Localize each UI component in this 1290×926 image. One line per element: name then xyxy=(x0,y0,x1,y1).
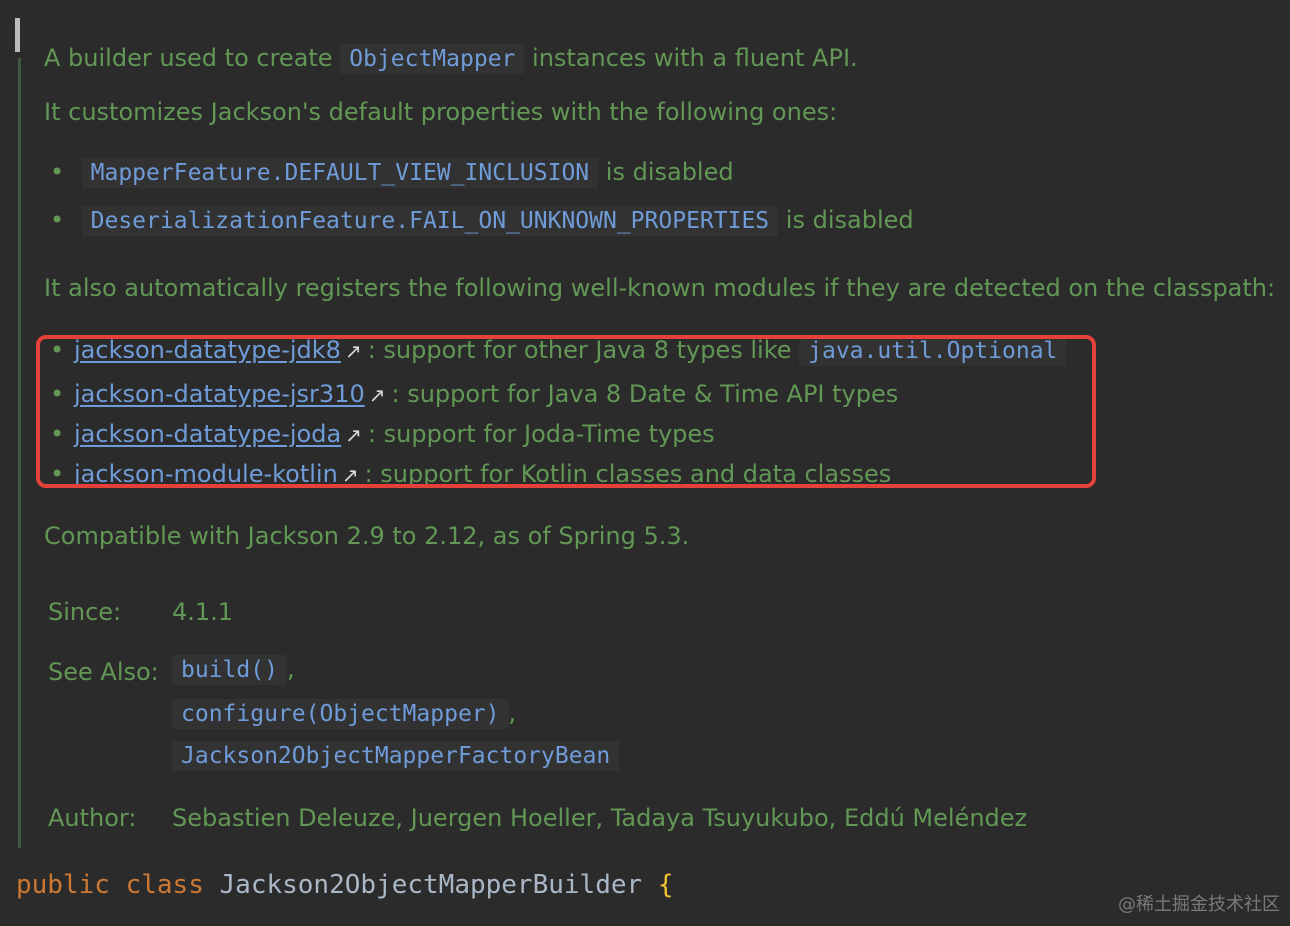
see-also-separator: , xyxy=(286,655,295,683)
see-also-link[interactable]: build() xyxy=(172,655,287,685)
doc-registers: It also automatically registers the foll… xyxy=(44,274,1276,302)
author-label: Author: xyxy=(48,804,137,832)
feature-code[interactable]: DeserializationFeature.FAIL_ON_UNKNOWN_P… xyxy=(81,206,779,236)
doc-gutter-bar xyxy=(18,58,21,848)
keyword-class: class xyxy=(125,870,204,900)
keyword-public: public xyxy=(16,870,110,900)
author-value: Sebastien Deleuze, Juergen Hoeller, Tada… xyxy=(172,804,1028,832)
doc-intro: A builder used to create ObjectMapper in… xyxy=(44,44,858,74)
see-also-item: Jackson2ObjectMapperFactoryBean xyxy=(172,741,620,771)
since-value: 4.1.1 xyxy=(172,598,234,626)
feature-item: • DeserializationFeature.FAIL_ON_UNKNOWN… xyxy=(50,206,914,236)
bullet-icon: • xyxy=(50,206,65,234)
see-also-label: See Also: xyxy=(48,658,159,686)
intro-text-before: A builder used to create xyxy=(44,44,333,72)
see-also-link[interactable]: configure(ObjectMapper) xyxy=(172,699,509,729)
feature-suffix: is disabled xyxy=(785,206,914,234)
doc-customizes: It customizes Jackson's default properti… xyxy=(44,98,838,126)
open-brace: { xyxy=(657,870,674,900)
see-also-link[interactable]: Jackson2ObjectMapperFactoryBean xyxy=(172,741,620,771)
intro-text-after: instances with a fluent API. xyxy=(532,44,858,72)
code-objectmapper[interactable]: ObjectMapper xyxy=(340,44,525,74)
see-also-item: configure(ObjectMapper), xyxy=(172,699,517,729)
doc-compatible: Compatible with Jackson 2.9 to 2.12, as … xyxy=(44,522,690,550)
text-caret xyxy=(15,18,20,52)
watermark: @稀土掘金技术社区 xyxy=(1118,894,1280,915)
feature-suffix: is disabled xyxy=(605,158,734,186)
bullet-icon: • xyxy=(50,158,65,186)
feature-code[interactable]: MapperFeature.DEFAULT_VIEW_INCLUSION xyxy=(81,158,599,188)
class-declaration[interactable]: public class Jackson2ObjectMapperBuilder… xyxy=(16,870,673,900)
see-also-separator: , xyxy=(508,699,517,727)
see-also-item: build(), xyxy=(172,655,295,685)
highlight-annotation xyxy=(36,335,1096,488)
since-label: Since: xyxy=(48,598,122,626)
feature-item: • MapperFeature.DEFAULT_VIEW_INCLUSION i… xyxy=(50,158,734,188)
class-name: Jackson2ObjectMapperBuilder xyxy=(219,870,643,900)
